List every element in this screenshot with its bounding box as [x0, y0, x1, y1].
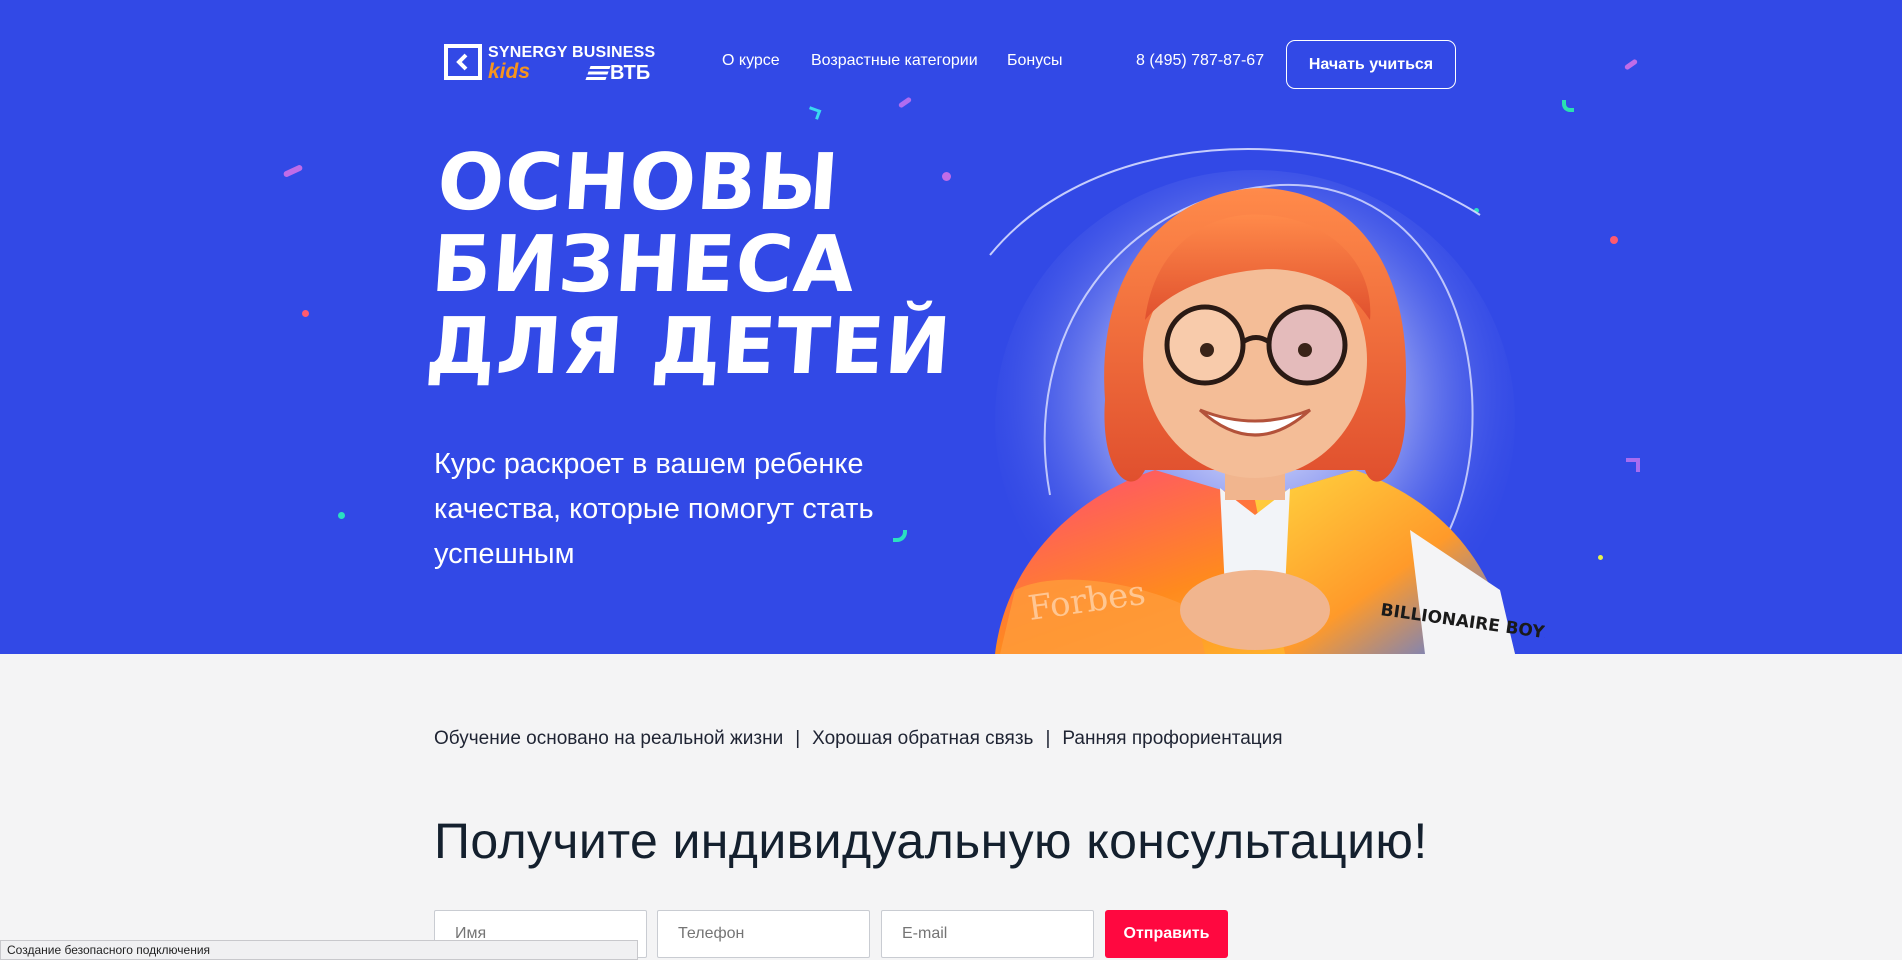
features-list: Обучение основано на реальной жизни | Хо… — [434, 728, 1283, 750]
vtb-stripes-icon — [585, 66, 611, 80]
feature-separator: | — [1045, 728, 1051, 749]
phone-input[interactable] — [657, 910, 870, 958]
confetti-decoration — [1623, 58, 1639, 71]
nav-link-bonuses[interactable]: Бонусы — [1007, 52, 1063, 70]
confetti-decoration — [282, 164, 304, 178]
hero-title: ОСНОВЫ БИЗНЕСА ДЛЯ ДЕТЕЙ — [423, 138, 965, 392]
synergy-kids-vtb-logo[interactable]: SYNERGY BUSINESS kids ВТБ — [444, 42, 656, 88]
confetti-decoration — [806, 106, 822, 120]
confetti-decoration — [1562, 100, 1574, 112]
hero-section: SYNERGY BUSINESS kids ВТБ О курсе Возрас… — [0, 0, 1902, 654]
hero-title-line: БИЗНЕСА — [428, 220, 859, 310]
feature-item: Обучение основано на реальной жизни — [434, 728, 784, 749]
nav-link-about[interactable]: О курсе — [722, 52, 780, 70]
confetti-decoration — [338, 512, 345, 519]
synergy-logo-mark-icon — [444, 44, 482, 80]
hero-title-line: ДЛЯ ДЕТЕЙ — [423, 302, 955, 392]
hero-subtitle: Курс раскроет в вашем ребенке качества, … — [434, 448, 874, 570]
consultation-form-title: Получите индивидуальную консультацию! — [434, 813, 1428, 869]
nav-link-age-categories[interactable]: Возрастные категории — [811, 52, 978, 70]
logo-partner-label: ВТБ — [610, 62, 651, 84]
child-portrait-image: Forbes BILLIONAIRE BOYS CLUB — [955, 170, 1545, 654]
email-input[interactable] — [881, 910, 1094, 958]
logo-vtb-text: ВТБ — [585, 62, 651, 85]
start-learning-button[interactable]: Начать учиться — [1286, 40, 1456, 89]
confetti-decoration — [1598, 555, 1603, 560]
confetti-decoration — [1610, 236, 1618, 244]
confetti-decoration — [302, 310, 309, 317]
browser-status-bar: Создание безопасного подключения — [0, 940, 638, 960]
feature-item: Ранняя профориентация — [1062, 728, 1283, 749]
confetti-decoration — [897, 96, 913, 109]
confetti-decoration — [893, 530, 907, 542]
hero-title-line: ОСНОВЫ — [434, 138, 843, 228]
phone-link[interactable]: 8 (495) 787-87-67 — [1136, 52, 1264, 70]
logo-kids-text: kids — [488, 60, 531, 83]
confetti-decoration — [1626, 458, 1640, 472]
feature-item: Хорошая обратная связь — [812, 728, 1034, 749]
feature-separator: | — [795, 728, 801, 749]
submit-button[interactable]: Отправить — [1105, 910, 1228, 958]
